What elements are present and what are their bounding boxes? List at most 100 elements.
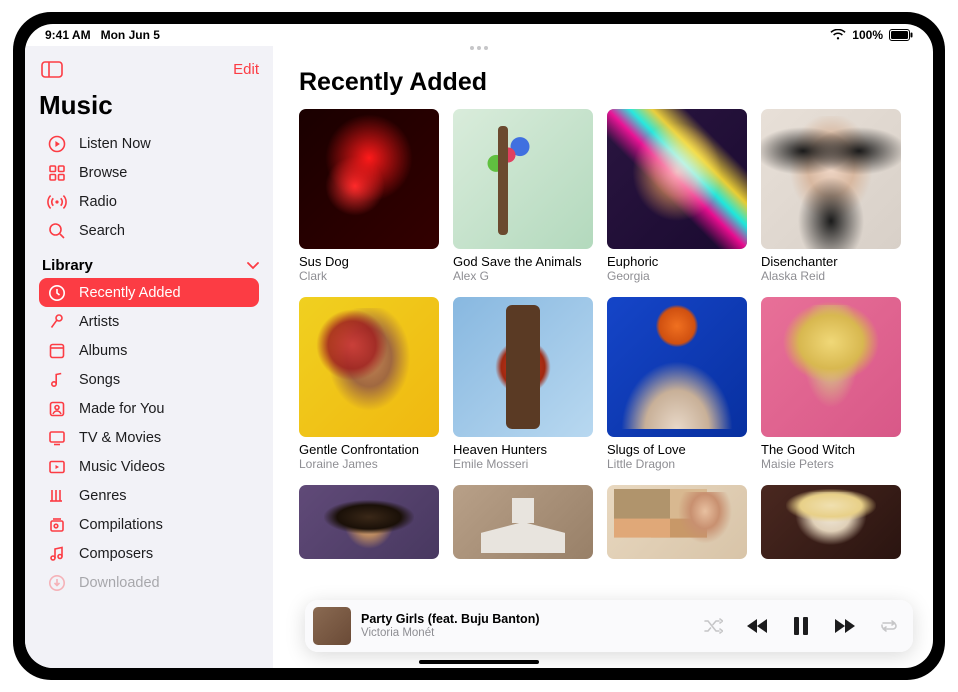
sidebar-item-label: Songs xyxy=(79,372,120,388)
album-title: Slugs of Love xyxy=(607,442,747,457)
album-item[interactable] xyxy=(607,485,747,559)
sidebar-item-label: Radio xyxy=(79,194,117,210)
album-artist: Maisie Peters xyxy=(761,457,901,471)
album-cover xyxy=(607,485,747,559)
person-square-icon xyxy=(47,399,67,419)
now-playing-title: Party Girls (feat. Buju Banton) xyxy=(361,612,540,627)
play-circle-icon xyxy=(47,134,67,154)
edit-button[interactable]: Edit xyxy=(233,61,259,78)
album-artist: Alaska Reid xyxy=(761,269,901,283)
sidebar-item-composers[interactable]: Composers xyxy=(39,539,259,568)
sidebar-item-label: Downloaded xyxy=(79,575,160,591)
ipad-frame: 9:41 AM Mon Jun 5 100% xyxy=(13,12,945,680)
album-title: Disenchanter xyxy=(761,254,901,269)
sidebar-item-label: Artists xyxy=(79,314,119,330)
page-title: Recently Added xyxy=(299,68,911,97)
sidebar-item-tv-movies[interactable]: TV & Movies xyxy=(39,423,259,452)
library-section-label: Library xyxy=(42,257,93,274)
sidebar: Edit Music Listen Now Browse Radio xyxy=(25,46,273,668)
album-cover xyxy=(299,485,439,559)
album-cover xyxy=(299,297,439,437)
album-item[interactable]: Heaven Hunters Emile Mosseri xyxy=(453,297,593,471)
video-icon xyxy=(47,457,67,477)
repeat-button[interactable] xyxy=(879,618,899,634)
sidebar-item-songs[interactable]: Songs xyxy=(39,365,259,394)
music-note-icon xyxy=(47,370,67,390)
battery-percent: 100% xyxy=(852,28,883,42)
library-section-header[interactable]: Library xyxy=(42,257,259,274)
album-item[interactable] xyxy=(761,485,901,559)
album-title: Sus Dog xyxy=(299,254,439,269)
status-time: 9:41 AM xyxy=(45,28,91,42)
album-item[interactable]: God Save the Animals Alex G xyxy=(453,109,593,283)
screen: 9:41 AM Mon Jun 5 100% xyxy=(25,24,933,668)
sidebar-item-listen-now[interactable]: Listen Now xyxy=(39,129,259,158)
album-artist: Little Dragon xyxy=(607,457,747,471)
sidebar-item-radio[interactable]: Radio xyxy=(39,187,259,216)
sidebar-item-artists[interactable]: Artists xyxy=(39,307,259,336)
shuffle-button[interactable] xyxy=(703,618,723,634)
album-cover xyxy=(453,297,593,437)
wifi-icon xyxy=(830,29,846,41)
album-cover xyxy=(761,109,901,249)
album-item[interactable]: Sus Dog Clark xyxy=(299,109,439,283)
album-icon xyxy=(47,341,67,361)
album-cover xyxy=(607,297,747,437)
search-icon xyxy=(47,221,67,241)
previous-button[interactable] xyxy=(747,618,769,634)
album-cover xyxy=(761,485,901,559)
sidebar-item-label: Genres xyxy=(79,488,127,504)
sidebar-item-music-videos[interactable]: Music Videos xyxy=(39,452,259,481)
now-playing-bar[interactable]: Party Girls (feat. Buju Banton) Victoria… xyxy=(305,600,913,652)
sidebar-item-label: Compilations xyxy=(79,517,163,533)
pause-button[interactable] xyxy=(793,617,809,635)
album-artist: Loraine James xyxy=(299,457,439,471)
album-item[interactable]: Disenchanter Alaska Reid xyxy=(761,109,901,283)
sidebar-item-compilations[interactable]: Compilations xyxy=(39,510,259,539)
sidebar-item-label: Albums xyxy=(79,343,127,359)
sidebar-item-downloaded[interactable]: Downloaded xyxy=(39,568,259,597)
album-item[interactable]: Gentle Confrontation Loraine James xyxy=(299,297,439,471)
music-app: Edit Music Listen Now Browse Radio xyxy=(25,46,933,668)
sidebar-item-made-for-you[interactable]: Made for You xyxy=(39,394,259,423)
album-artist: Georgia xyxy=(607,269,747,283)
sidebar-item-label: Browse xyxy=(79,165,127,181)
album-item[interactable] xyxy=(299,485,439,559)
sidebar-item-recently-added[interactable]: Recently Added xyxy=(39,278,259,307)
album-item[interactable]: Euphoric Georgia xyxy=(607,109,747,283)
album-title: Heaven Hunters xyxy=(453,442,593,457)
main-content: Recently Added Sus Dog Clark God Save th… xyxy=(273,46,933,668)
sidebar-item-search[interactable]: Search xyxy=(39,216,259,245)
next-button[interactable] xyxy=(833,618,855,634)
clock-icon xyxy=(47,283,67,303)
sidebar-item-label: Recently Added xyxy=(79,285,181,301)
sidebar-item-label: Listen Now xyxy=(79,136,151,152)
microphone-icon xyxy=(47,312,67,332)
sidebar-item-label: Made for You xyxy=(79,401,164,417)
album-cover xyxy=(761,297,901,437)
album-item[interactable]: Slugs of Love Little Dragon xyxy=(607,297,747,471)
album-title: Euphoric xyxy=(607,254,747,269)
compilation-icon xyxy=(47,515,67,535)
sidebar-item-label: Composers xyxy=(79,546,153,562)
sidebar-item-genres[interactable]: Genres xyxy=(39,481,259,510)
sidebar-item-albums[interactable]: Albums xyxy=(39,336,259,365)
album-cover xyxy=(299,109,439,249)
album-item[interactable]: The Good Witch Maisie Peters xyxy=(761,297,901,471)
home-indicator[interactable] xyxy=(419,660,539,664)
battery-icon xyxy=(889,29,913,41)
composer-icon xyxy=(47,544,67,564)
album-item[interactable] xyxy=(453,485,593,559)
sidebar-toggle-button[interactable] xyxy=(39,59,65,79)
album-title: Gentle Confrontation xyxy=(299,442,439,457)
chevron-down-icon xyxy=(247,257,259,274)
guitar-icon xyxy=(47,486,67,506)
album-cover xyxy=(607,109,747,249)
album-grid: Sus Dog Clark God Save the Animals Alex … xyxy=(299,109,911,559)
sidebar-item-browse[interactable]: Browse xyxy=(39,158,259,187)
sidebar-item-label: Search xyxy=(79,223,125,239)
now-playing-artist: Victoria Monét xyxy=(361,627,540,641)
album-title: The Good Witch xyxy=(761,442,901,457)
radio-icon xyxy=(47,192,67,212)
now-playing-cover xyxy=(313,607,351,645)
